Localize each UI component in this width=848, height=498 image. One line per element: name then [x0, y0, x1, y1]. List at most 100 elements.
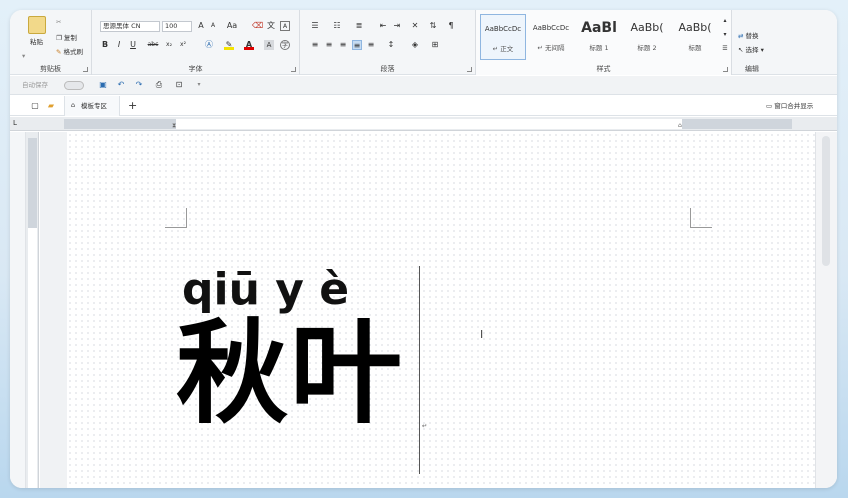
clear-format-icon[interactable]: ⌫ — [252, 21, 263, 31]
style-name: ↵ 正文 — [492, 45, 514, 53]
show-marks-icon[interactable]: ¶ — [446, 21, 456, 31]
quick-access-toolbar: 自动保存 ▣ ↶ ↷ ⎙ ⊡ ▾ — [10, 76, 837, 95]
paragraph-group: ☰ ☷ ≣ ⇤ ⇥ ✕ ⇅ ¶ ≡ ≡ ≡ ≡ ≡ ↕ ◈ ⊞ 段落 — [300, 10, 476, 75]
editing-group-label: 编辑 — [745, 65, 759, 73]
styles-up-icon[interactable]: ▴ — [720, 16, 730, 26]
styles-more-icon[interactable]: ☰ — [720, 44, 730, 54]
highlight-icon[interactable]: ✎ — [224, 40, 234, 50]
ibeam-cursor-icon: I — [480, 328, 484, 341]
tab-stop-icon[interactable]: L — [13, 119, 17, 128]
style-title[interactable]: AaBb( 标题 — [672, 14, 718, 60]
folder-icon[interactable]: ▰ — [46, 101, 56, 111]
shading-icon[interactable]: ◈ — [410, 40, 420, 50]
increase-indent-icon[interactable]: ⇥ — [392, 21, 402, 31]
paragraph-group-label: 段落 — [380, 65, 395, 73]
add-tab-button[interactable]: + — [128, 99, 137, 113]
vertical-scrollbar[interactable] — [815, 132, 837, 488]
grow-font-icon[interactable]: A — [196, 21, 206, 31]
bold-button[interactable]: B — [100, 40, 110, 50]
clipboard-launcher-icon[interactable] — [83, 67, 88, 72]
decrease-indent-icon[interactable]: ⇤ — [378, 21, 388, 31]
hanzi-text[interactable]: 秋叶 — [176, 318, 404, 430]
app-window: 粘贴 ▾ ✂ ❐ 复制 ✎ 格式刷 剪贴板 思源黑体 CN 100 A A Aa… — [10, 10, 837, 488]
align-center-icon[interactable]: ≡ — [324, 40, 334, 50]
font-launcher-icon[interactable] — [291, 67, 296, 72]
font-name-select[interactable]: 思源黑体 CN — [100, 21, 160, 32]
subscript-button[interactable]: x₂ — [164, 40, 174, 50]
scroll-thumb[interactable] — [822, 136, 830, 266]
autosave-toggle[interactable] — [64, 81, 84, 90]
save-icon[interactable]: ▣ — [98, 80, 108, 90]
left-margin-strip — [10, 132, 26, 488]
char-shading-icon[interactable]: A — [264, 40, 274, 50]
styles-launcher-icon[interactable] — [723, 67, 728, 72]
merge-windows-button[interactable]: ▭ 窗口合并显示 — [766, 102, 813, 111]
horizontal-ruler[interactable]: L ⧗ ⌂ — [10, 117, 837, 131]
paste-dropdown-icon[interactable]: ▾ — [22, 52, 25, 61]
print-preview-icon[interactable]: ⎙ — [154, 80, 164, 90]
chinese-layout-icon[interactable]: ✕ — [410, 21, 420, 31]
text-effect-icon[interactable]: Ⓐ — [204, 40, 214, 50]
shrink-font-icon[interactable]: A — [208, 21, 218, 31]
line-spacing-icon[interactable]: ↕ — [386, 40, 396, 50]
right-indent-icon[interactable]: ⌂ — [678, 121, 682, 130]
styles-group-label: 样式 — [596, 65, 611, 73]
style-name: 标题 2 — [637, 44, 657, 52]
font-color-icon[interactable]: A — [244, 40, 254, 50]
vertical-ruler[interactable] — [26, 132, 39, 488]
distributed-icon[interactable]: ≡ — [366, 40, 376, 50]
pinyin-text[interactable]: qiū y è — [182, 264, 349, 315]
align-left-icon[interactable]: ≡ — [310, 40, 320, 50]
autosave-label: 自动保存 — [22, 81, 48, 89]
style-preview: AaBbCcDc — [484, 25, 522, 33]
style-preview: AaBb( — [678, 21, 712, 34]
paste-icon[interactable] — [28, 16, 46, 34]
ribbon: 粘贴 ▾ ✂ ❐ 复制 ✎ 格式刷 剪贴板 思源黑体 CN 100 A A Aa… — [10, 10, 837, 75]
enclose-char-icon[interactable]: 字 — [280, 40, 290, 50]
strikethrough-button[interactable]: abc — [144, 40, 162, 50]
style-preview: AaBbCcDc — [532, 24, 570, 32]
style-preview: AaBb( — [630, 21, 664, 34]
sort-icon[interactable]: ⇅ — [428, 21, 438, 31]
style-no-spacing[interactable]: AaBbCcDc ↵ 无间隔 — [528, 14, 574, 60]
style-normal[interactable]: AaBbCcDc ↵ 正文 — [480, 14, 526, 60]
copy-button[interactable]: ❐ 复制 — [56, 34, 77, 43]
superscript-button[interactable]: x² — [178, 40, 188, 50]
brush-icon: ✎ — [56, 48, 62, 56]
paste-button[interactable]: 粘贴 — [30, 38, 43, 47]
format-painter-button[interactable]: ✎ 格式刷 — [56, 48, 83, 57]
select-button[interactable]: ↖ 选择 ▾ — [738, 46, 764, 55]
tab-template[interactable]: ⌂ 模板专区 — [64, 96, 120, 116]
style-name: 标题 1 — [589, 44, 609, 52]
multilevel-list-icon[interactable]: ≣ — [354, 21, 364, 31]
replace-button[interactable]: ⇄ 替换 — [738, 32, 759, 41]
font-size-select[interactable]: 100 — [162, 21, 192, 32]
justify-icon[interactable]: ≡ — [352, 40, 362, 50]
char-border-icon[interactable]: A — [280, 21, 290, 31]
replace-icon: ⇄ — [738, 32, 744, 40]
paragraph-launcher-icon[interactable] — [467, 67, 472, 72]
clipboard-group-label: 剪贴板 — [40, 65, 61, 73]
cut-icon[interactable]: ✂ — [56, 18, 61, 27]
style-name: 标题 — [688, 44, 702, 52]
redo-icon[interactable]: ↷ — [134, 80, 144, 90]
change-case-button[interactable]: Aa — [224, 21, 240, 31]
styles-down-icon[interactable]: ▾ — [720, 30, 730, 40]
undo-icon[interactable]: ↶ — [116, 80, 126, 90]
align-right-icon[interactable]: ≡ — [338, 40, 348, 50]
numbering-icon[interactable]: ☷ — [332, 21, 342, 31]
font-group: 思源黑体 CN 100 A A Aa ⌫ 文 A B I U abc x₂ x²… — [92, 10, 300, 75]
new-doc-icon[interactable]: ▢ — [30, 101, 40, 111]
borders-icon[interactable]: ⊞ — [430, 40, 440, 50]
clipboard-group: 粘贴 ▾ ✂ ❐ 复制 ✎ 格式刷 剪贴板 — [10, 10, 92, 75]
italic-button[interactable]: I — [114, 40, 124, 50]
pinyin-guide-icon[interactable]: 文 — [266, 21, 276, 31]
text-cursor — [419, 266, 420, 474]
customize-qat-icon[interactable]: ▾ — [194, 80, 204, 90]
style-heading-2[interactable]: AaBb( 标题 2 — [624, 14, 670, 60]
bullets-icon[interactable]: ☰ — [310, 21, 320, 31]
indent-marker-icon[interactable]: ⧗ — [172, 121, 176, 130]
touch-mode-icon[interactable]: ⊡ — [174, 80, 184, 90]
underline-button[interactable]: U — [128, 40, 138, 50]
style-heading-1[interactable]: AaBl 标题 1 — [576, 14, 622, 60]
